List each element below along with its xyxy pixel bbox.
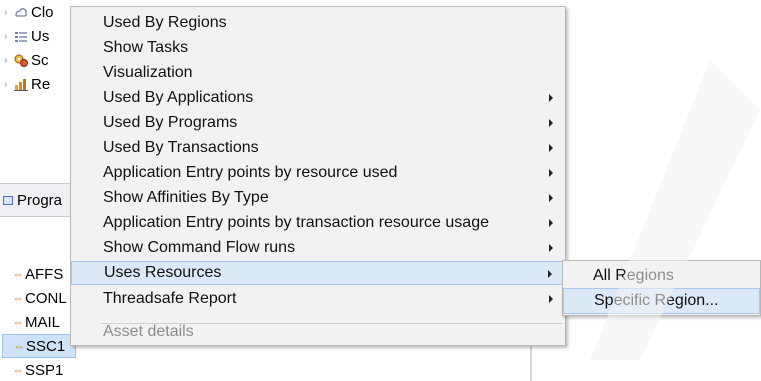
menu-item-label: Application Entry points by transaction …	[103, 214, 489, 231]
view-tab-label: Progra	[17, 191, 63, 209]
menu-item-label: Show Tasks	[103, 39, 189, 56]
program-row[interactable]: ⇔ MAIL	[2, 310, 76, 334]
list-icon	[14, 29, 28, 43]
program-row[interactable]: ⇔ SSP1	[2, 358, 76, 381]
menu-item-asset-details: Asset details	[71, 320, 565, 344]
submenu-arrow-icon	[548, 270, 552, 278]
submenu-arrow-icon	[549, 119, 553, 127]
tree-item-label: Clo	[31, 3, 54, 21]
menu-item-label: Application Entry points by resource use…	[103, 164, 398, 181]
menu-item-label: Used By Programs	[103, 114, 238, 131]
submenu-arrow-icon	[549, 94, 553, 102]
program-arrow-icon: ⇔	[13, 339, 25, 353]
tree-item-usage[interactable]: › Us	[4, 24, 49, 48]
context-menu: Used By Regions Show Tasks Visualization…	[70, 6, 566, 346]
submenu-arrow-icon	[549, 244, 553, 252]
tree-item-label: Us	[31, 27, 50, 45]
programs-view-tab[interactable]: Progra	[0, 183, 78, 217]
program-label: SSP1	[25, 361, 64, 379]
menu-item-threadsafe-report[interactable]: Threadsafe Report	[71, 287, 565, 311]
menu-item-label: Uses Resources	[104, 264, 222, 281]
panel-divider	[530, 345, 532, 381]
menu-item-show-affinities[interactable]: Show Affinities By Type	[71, 186, 565, 210]
gears-icon	[14, 53, 28, 67]
menu-item-label: Used By Transactions	[103, 139, 259, 156]
tree-item-reports[interactable]: › Re	[4, 72, 50, 96]
program-label: CONL	[25, 289, 67, 307]
menu-item-used-by-regions[interactable]: Used By Regions	[71, 11, 565, 35]
chevron-right-icon[interactable]: ›	[4, 31, 14, 42]
program-row-selected[interactable]: ⇔ SSC1	[2, 334, 76, 358]
program-arrow-icon: ⇔	[12, 267, 24, 281]
program-arrow-icon: ⇔	[12, 291, 24, 305]
menu-item-visualization[interactable]: Visualization	[71, 61, 565, 85]
cloud-icon	[14, 5, 28, 19]
menu-item-show-tasks[interactable]: Show Tasks	[71, 36, 565, 60]
chevron-right-icon[interactable]: ›	[4, 55, 14, 66]
tree-item-label: Re	[31, 75, 51, 93]
menu-item-entry-points-by-transaction[interactable]: Application Entry points by transaction …	[71, 211, 565, 235]
submenu-item-label: All Regions	[593, 267, 674, 284]
submenu-arrow-icon	[549, 219, 553, 227]
submenu-arrow-icon	[549, 169, 553, 177]
menu-item-label: Used By Applications	[103, 89, 254, 106]
submenu-item-all-regions[interactable]: All Regions	[563, 263, 760, 289]
program-arrow-icon: ⇔	[12, 315, 24, 329]
submenu-arrow-icon	[549, 295, 553, 303]
tree-item-label: Sc	[31, 51, 49, 69]
program-label: AFFS	[25, 265, 64, 283]
view-icon	[3, 195, 13, 205]
submenu-arrow-icon	[549, 194, 553, 202]
menu-item-label: Show Affinities By Type	[103, 189, 269, 206]
uses-resources-submenu: All Regions Specific Region...	[562, 260, 761, 316]
menu-item-label: Used By Regions	[103, 14, 227, 31]
tree-item-cloud[interactable]: › Clo	[4, 0, 54, 24]
menu-item-label: Visualization	[103, 64, 193, 81]
program-row[interactable]: ⇔ AFFS	[2, 262, 76, 286]
tree-item-scan[interactable]: › Sc	[4, 48, 49, 72]
chevron-right-icon[interactable]: ›	[4, 7, 14, 18]
menu-item-used-by-applications[interactable]: Used By Applications	[71, 86, 565, 110]
watermark-graphic	[590, 60, 760, 360]
menu-item-used-by-programs[interactable]: Used By Programs	[71, 111, 565, 135]
menu-item-label: Threadsafe Report	[103, 290, 237, 307]
submenu-arrow-icon	[549, 144, 553, 152]
menu-item-uses-resources[interactable]: Uses Resources	[71, 261, 565, 285]
menu-item-label: Show Command Flow runs	[103, 239, 296, 256]
program-label: MAIL	[25, 313, 61, 331]
menu-item-label: Asset details	[103, 323, 194, 340]
menu-item-used-by-transactions[interactable]: Used By Transactions	[71, 136, 565, 160]
program-label: SSC1	[26, 337, 66, 355]
program-arrow-icon: ⇔	[12, 363, 24, 377]
program-row[interactable]: ⇔ CONL	[2, 286, 76, 310]
submenu-item-label: Specific Region...	[594, 292, 719, 309]
project-explorer-panel: › Clo › Us › Sc › Re Progra ⇔ AFFS ⇔ CON…	[0, 0, 78, 381]
chevron-right-icon[interactable]: ›	[4, 79, 14, 90]
chart-icon	[14, 77, 28, 91]
submenu-item-specific-region[interactable]: Specific Region...	[563, 288, 760, 314]
menu-item-entry-points-by-resource[interactable]: Application Entry points by resource use…	[71, 161, 565, 185]
menu-item-show-command-flow[interactable]: Show Command Flow runs	[71, 236, 565, 260]
